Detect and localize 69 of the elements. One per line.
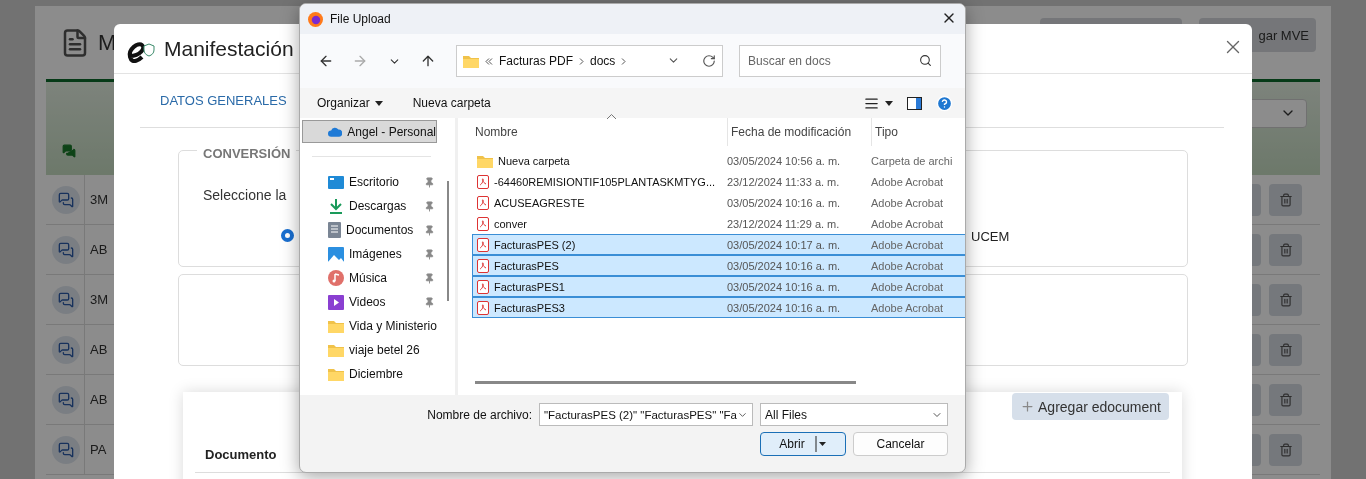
file-date: 03/05/2024 10:56 a. m. [727,154,842,167]
dialog-title: File Upload [330,12,391,26]
table-cell: 3M [84,274,109,325]
nav-item[interactable]: viaje betel 26 [302,338,455,362]
file-row[interactable]: conver 23/12/2024 11:29 a. m. Adobe Acrobat [472,213,965,234]
nav-item[interactable]: Videos [302,290,455,314]
nav-item[interactable]: Música [302,266,455,290]
fieldset-legend: CONVERSIÓN [197,146,297,161]
file-name: FacturasPES (2) [494,238,576,251]
file-name: Nueva carpeta [498,154,570,167]
open-button[interactable]: Abrir [760,432,846,456]
file-row[interactable]: Nueva carpeta 03/05/2024 10:56 a. m. Carpeta de archi [472,150,965,171]
file-name: FacturasPES1 [494,280,565,293]
table-cell: AB [84,224,108,275]
file-date: 03/05/2024 10:16 a. m. [727,301,842,314]
nav-item[interactable]: Escritorio [302,170,455,194]
add-edocument-button[interactable]: Agregar edocument [1012,393,1169,420]
file-type: Adobe Acrobat [871,301,944,314]
address-bar[interactable]: Facturas PDF docs [456,45,723,77]
cancel-button[interactable]: Cancelar [853,432,948,456]
nav-item[interactable]: Descargas [302,194,455,218]
breadcrumb-item[interactable]: Facturas PDF [499,54,573,68]
search-field[interactable]: Buscar en docs [739,45,941,77]
file-date: 23/12/2024 11:29 a. m. [727,217,841,230]
file-type: Adobe Acrobat [871,238,944,251]
option-label: UCEM [971,229,1010,244]
table-cell: 3M [84,174,109,225]
file-date: 03/05/2024 10:16 a. m. [727,259,842,272]
file-type: Adobe Acrobat [871,259,944,272]
table-cell: AB [84,374,108,425]
column-header[interactable]: Fecha de modificación [728,118,872,146]
file-type: Carpeta de archi [871,154,953,167]
file-row[interactable]: -64460REMISIONTIF105PLANTASKMTYG... 23/12/2024 11:33 a. m. Adobe Acrobat [472,171,965,192]
file-name: FacturasPES3 [494,301,565,314]
nav-item[interactable]: Documentos [302,218,455,242]
file-type: Adobe Acrobat [871,217,944,230]
breadcrumb-item[interactable]: docs [590,54,616,68]
file-date: 03/05/2024 10:16 a. m. [727,196,842,209]
prompt-text: Seleccione la [203,187,287,203]
tab[interactable]: DATOS GENERALES [160,93,287,108]
organize-menu-button[interactable]: Organizar [317,96,383,110]
file-name: ACUSEAGRESTE [494,196,585,209]
file-type: Adobe Acrobat [871,280,944,293]
column-header[interactable]: Tipo [872,118,965,146]
table-cell: AB [84,324,108,375]
file-row[interactable]: FacturasPES3 03/05/2024 10:16 a. m. Adobe Acrobat [472,297,965,318]
file-row[interactable]: FacturasPES1 03/05/2024 10:16 a. m. Adobe Acrobat [472,276,965,297]
file-type: Adobe Acrobat [871,175,944,188]
new-folder-button[interactable]: Nueva carpeta [412,96,491,110]
nav-item[interactable]: Diciembre [302,362,455,386]
nav-item[interactable]: Angel - Personal [302,120,437,143]
filename-field[interactable]: "FacturasPES (2)" "FacturasPES" "Fa [539,403,753,426]
table-cell: PA [84,424,107,475]
file-type-dropdown[interactable]: All Files [760,403,948,426]
column-header[interactable]: Nombre [472,118,728,146]
filename-label: Nombre de archivo: [427,407,532,422]
file-row[interactable]: FacturasPES 03/05/2024 10:16 a. m. Adobe Acrobat [472,255,965,276]
file-name: conver [494,217,528,230]
modal-title: Manifestación [164,36,294,61]
file-date: 03/05/2024 10:16 a. m. [727,280,842,293]
file-name: -64460REMISIONTIF105PLANTASKMTYG... [494,175,716,188]
nav-item[interactable]: Imágenes [302,242,455,266]
file-row[interactable]: ACUSEAGRESTE 03/05/2024 10:16 a. m. Adobe Acrobat [472,192,965,213]
file-row[interactable]: FacturasPES (2) 03/05/2024 10:17 a. m. Adobe Acrobat [472,234,965,255]
nav-item[interactable]: Vida y Ministerio [302,314,455,338]
file-name: FacturasPES [494,259,559,272]
file-type: Adobe Acrobat [871,196,944,209]
file-date: 03/05/2024 10:17 a. m. [727,238,842,251]
file-date: 23/12/2024 11:33 a. m. [727,175,841,188]
